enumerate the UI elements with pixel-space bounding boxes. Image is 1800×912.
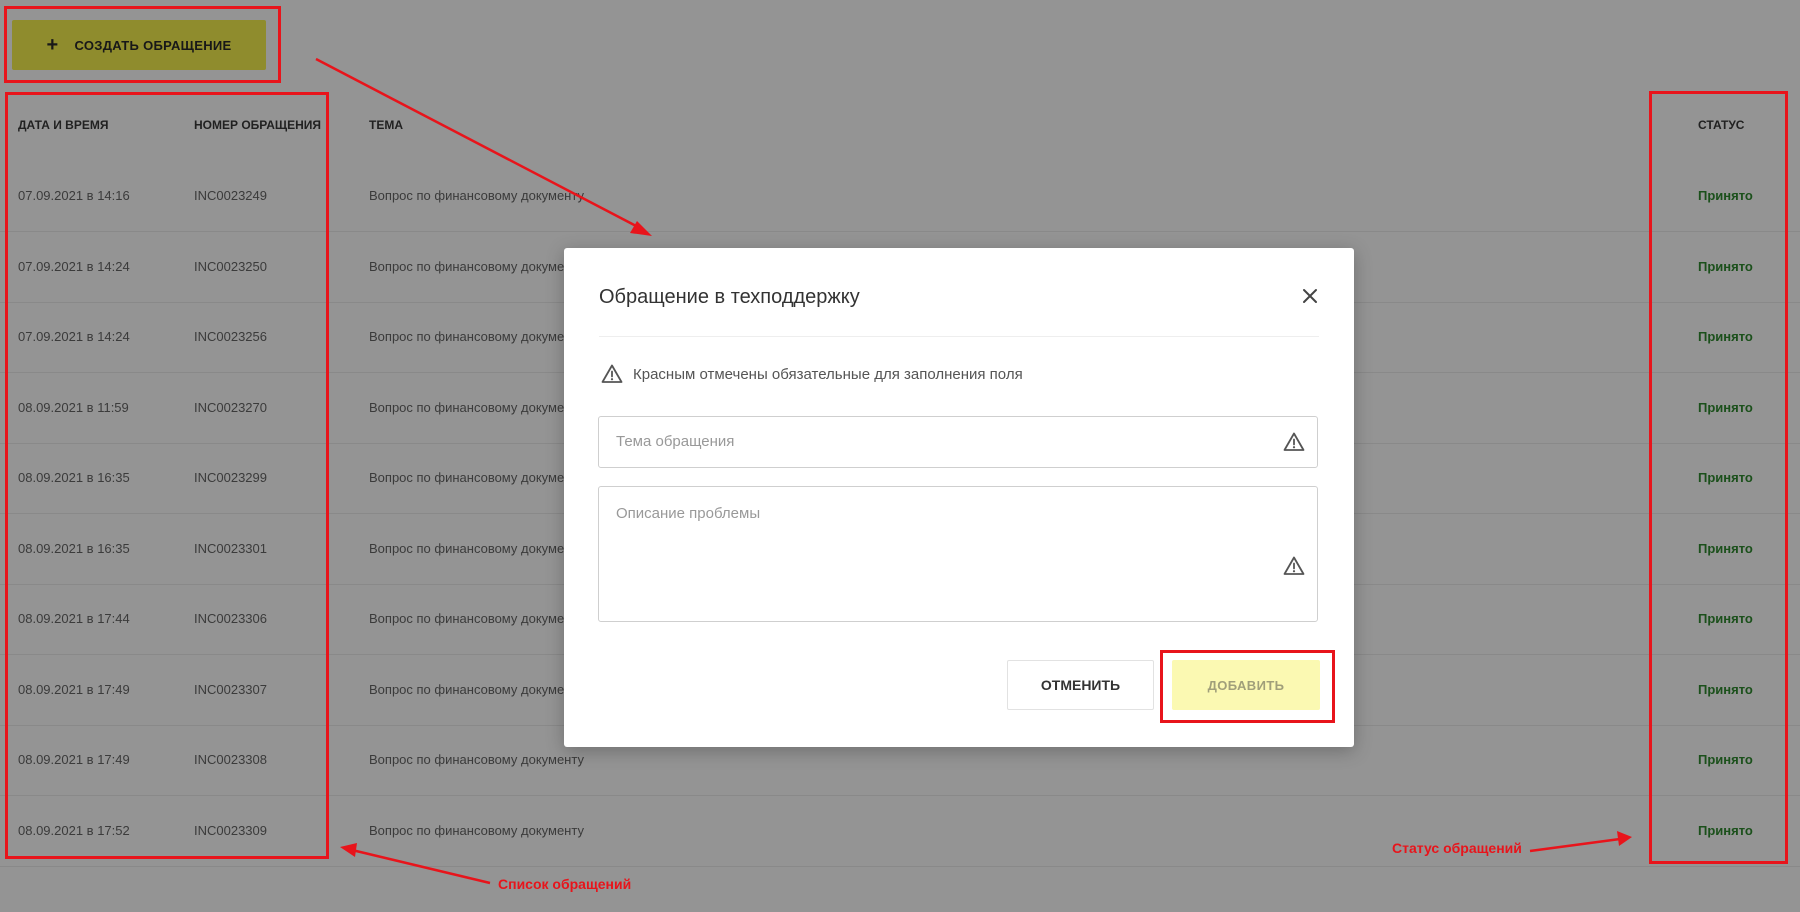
annotation-label-list: Список обращений (498, 876, 632, 892)
annotation-arrows (315, 57, 1632, 885)
annotation-label-status: Статус обращений (1392, 840, 1522, 856)
